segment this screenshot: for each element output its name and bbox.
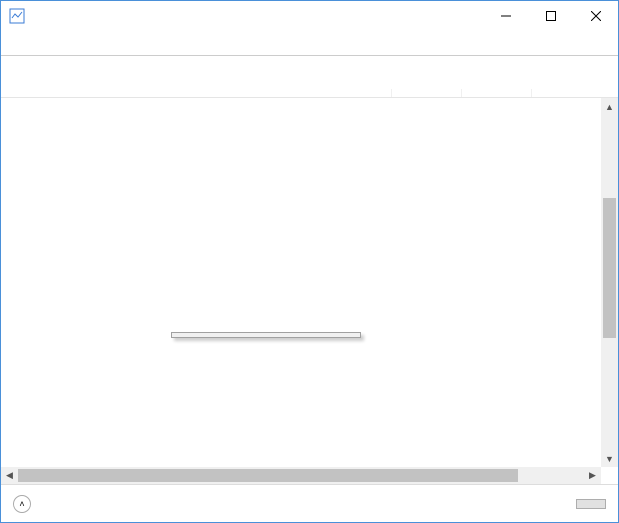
title-bar[interactable] xyxy=(1,1,618,31)
chevron-up-icon: ˄ xyxy=(13,495,31,513)
scroll-thumb[interactable] xyxy=(603,198,616,338)
minimize-button[interactable] xyxy=(483,1,528,31)
close-button[interactable] xyxy=(573,1,618,31)
vertical-scrollbar[interactable]: ▲ ▼ xyxy=(601,98,618,467)
column-header-row xyxy=(1,56,618,98)
menu-file[interactable] xyxy=(5,40,17,44)
column-header-disk[interactable] xyxy=(531,89,601,97)
column-header-memory[interactable] xyxy=(461,89,531,97)
scroll-down-arrow[interactable]: ▼ xyxy=(601,450,618,467)
column-header-status[interactable] xyxy=(311,89,391,97)
horizontal-scrollbar[interactable]: ◀ ▶ xyxy=(1,467,601,484)
process-list: ▲ ▼ ◀ ▶ xyxy=(1,98,618,484)
menu-bar xyxy=(1,31,618,53)
column-header-cpu[interactable] xyxy=(391,89,461,97)
end-task-button[interactable] xyxy=(576,499,606,509)
footer-bar: ˄ xyxy=(1,484,618,522)
app-icon xyxy=(9,8,25,24)
menu-options[interactable] xyxy=(19,40,31,44)
scroll-left-arrow[interactable]: ◀ xyxy=(1,467,18,484)
maximize-button[interactable] xyxy=(528,1,573,31)
scroll-up-arrow[interactable]: ▲ xyxy=(601,98,618,115)
menu-view[interactable] xyxy=(33,40,45,44)
task-manager-window: ▲ ▼ ◀ ▶ ˄ xyxy=(0,0,619,523)
brief-info-toggle[interactable]: ˄ xyxy=(13,495,576,513)
hscroll-thumb[interactable] xyxy=(18,469,518,482)
column-header-name[interactable] xyxy=(1,89,311,97)
scroll-right-arrow[interactable]: ▶ xyxy=(584,467,601,484)
window-controls xyxy=(483,1,618,31)
context-menu xyxy=(171,332,361,338)
